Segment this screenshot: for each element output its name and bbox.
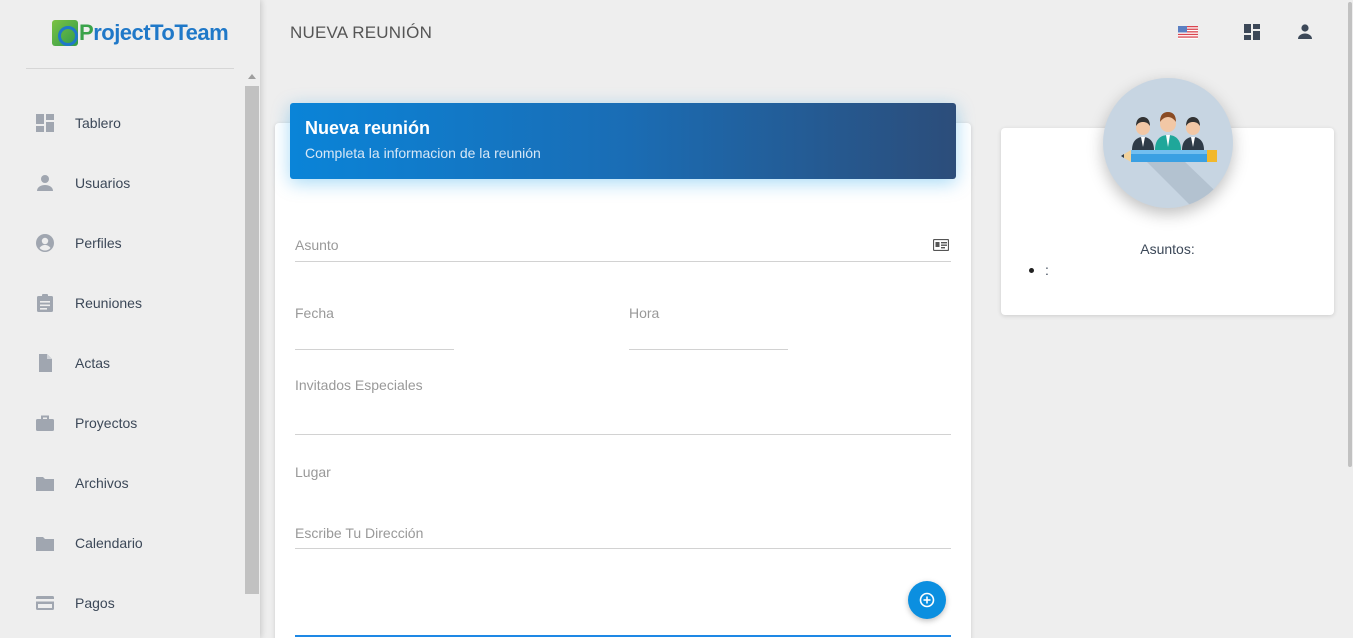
account-circle-icon [34,232,56,254]
focused-field-underline [295,635,951,637]
sidebar-item-tablero[interactable]: Tablero [0,93,244,153]
sidebar-nav: Tablero Usuarios Perfiles Reuniones Acta… [0,93,244,633]
lugar-label: Lugar [295,464,331,480]
sidebar-item-label: Pagos [75,595,115,611]
contact-card-icon [933,239,949,251]
logo-mark-icon [52,20,78,46]
list-item: : [1029,262,1049,278]
person-icon[interactable] [1296,23,1314,41]
sidebar-item-label: Calendario [75,535,143,551]
sidebar-item-calendario[interactable]: Calendario [0,513,244,573]
asunto-input[interactable] [295,232,925,260]
sidebar-item-usuarios[interactable]: Usuarios [0,153,244,213]
sidebar-item-actas[interactable]: Actas [0,333,244,393]
scroll-up-arrow-icon[interactable] [248,74,256,79]
window-scrollbar-thumb[interactable] [1348,2,1352,467]
hora-input[interactable] [629,322,788,348]
sidebar-item-proyectos[interactable]: Proyectos [0,393,244,453]
form-subtitle: Completa la informacion de la reunión [305,145,541,161]
sidebar-item-label: Perfiles [75,235,122,251]
add-button[interactable] [908,581,946,619]
window-scrollbar[interactable] [1347,0,1353,638]
credit-card-icon [34,592,56,614]
add-circle-icon [919,592,935,608]
sidebar-item-label: Reuniones [75,295,142,311]
folder-icon [34,532,56,554]
fecha-underline [295,349,454,350]
briefcase-icon [34,412,56,434]
document-icon [34,352,56,374]
asuntos-list: : [1029,262,1049,278]
sidebar-item-perfiles[interactable]: Perfiles [0,213,244,273]
folder-icon [34,472,56,494]
dashboard-icon [34,112,56,134]
direccion-input[interactable] [295,519,951,546]
sidebar-scrollbar-thumb[interactable] [245,86,259,594]
sidebar-item-reuniones[interactable]: Reuniones [0,273,244,333]
dashboard-icon[interactable] [1243,23,1261,41]
direccion-underline [295,548,951,549]
fecha-input[interactable] [295,322,454,348]
hora-underline [629,349,788,350]
sidebar-item-label: Usuarios [75,175,131,191]
sidebar-item-label: Proyectos [75,415,138,431]
sidebar-scrollbar[interactable] [245,70,259,638]
form-card-header: Nueva reunión Completa la informacion de… [290,103,956,179]
form-title: Nueva reunión [305,118,431,138]
app-logo[interactable]: ProjectToTeam [52,18,229,48]
sidebar-item-pagos[interactable]: Pagos [0,573,244,633]
sidebar-item-archivos[interactable]: Archivos [0,453,244,513]
page-title: NUEVA REUNIÓN [290,23,433,42]
sidebar-item-label: Tablero [75,115,121,131]
meeting-people-icon [1121,112,1233,208]
invitados-label: Invitados Especiales [295,377,423,393]
sidebar: ProjectToTeam Tablero Usuarios Perfiles [0,0,260,638]
logo-text: ProjectToTeam [79,20,229,45]
person-icon [34,172,56,194]
sidebar-item-label: Actas [75,355,111,371]
sidebar-divider [26,68,234,69]
fecha-label: Fecha [295,305,334,321]
sidebar-item-label: Archivos [75,475,129,491]
asunto-underline [295,261,951,262]
invitados-input[interactable] [295,402,951,432]
asuntos-label: Asuntos: [1140,241,1195,257]
us-flag-icon[interactable] [1178,26,1198,39]
assignment-icon [34,292,56,314]
invitados-underline [295,434,951,435]
bullet-icon [1029,267,1034,273]
meeting-avatar [1103,78,1233,208]
hora-label: Hora [629,305,660,321]
